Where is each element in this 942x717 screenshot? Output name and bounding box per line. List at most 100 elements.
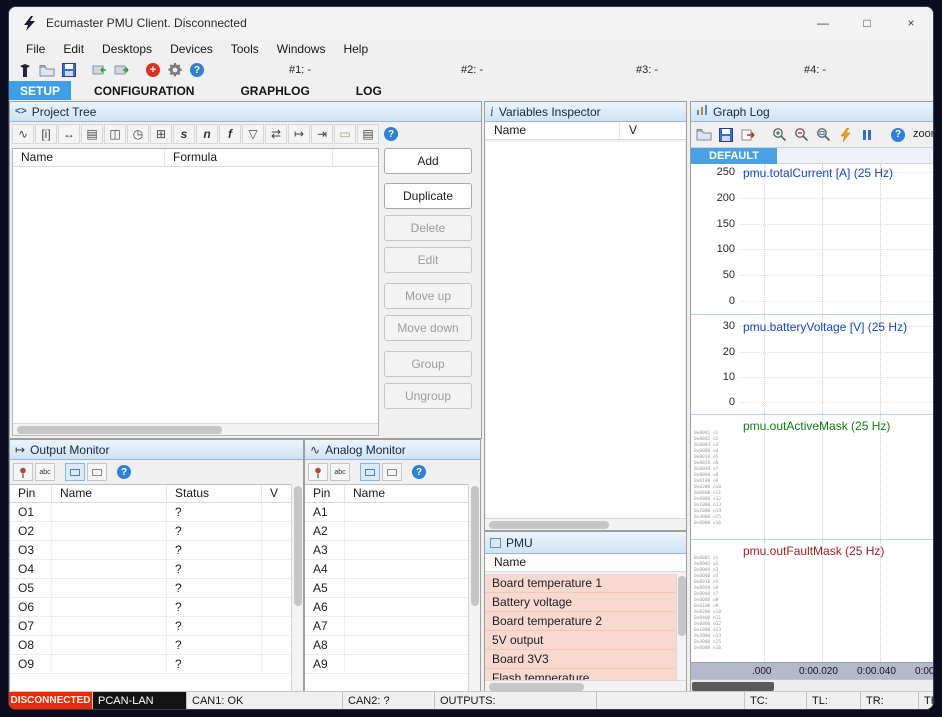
view-mode-2-icon[interactable]: [382, 463, 402, 481]
pmu-channel-row[interactable]: Board 3V3: [485, 650, 676, 669]
scrollbar-thumb[interactable]: [489, 683, 584, 691]
zoom-fit-icon[interactable]: [813, 125, 833, 145]
table-row[interactable]: A7: [305, 617, 468, 636]
tab-graphlog[interactable]: GRAPHLOG: [229, 81, 320, 100]
table-row[interactable]: O4?: [10, 560, 291, 579]
table-row[interactable]: A4: [305, 560, 468, 579]
column-name[interactable]: Name: [13, 149, 165, 166]
duplicate-button[interactable]: Duplicate: [384, 183, 472, 209]
export-log-icon[interactable]: [738, 125, 758, 145]
number-icon[interactable]: n: [196, 124, 218, 144]
project-tree-help-icon[interactable]: ?: [380, 124, 402, 144]
column-value[interactable]: V: [262, 485, 291, 502]
variables-inspector-body[interactable]: [486, 142, 685, 518]
tool-icon[interactable]: [15, 60, 35, 80]
function-icon[interactable]: f: [219, 124, 241, 144]
open-log-icon[interactable]: [694, 125, 714, 145]
menu-windows[interactable]: Windows: [268, 42, 335, 56]
pmu-channel-row[interactable]: Flash temperature: [485, 669, 676, 680]
menu-file[interactable]: File: [17, 42, 54, 56]
number-input-icon[interactable]: [i]: [35, 124, 57, 144]
table-row[interactable]: O7?: [10, 617, 291, 636]
write-to-device-icon[interactable]: [112, 60, 132, 80]
zoom-in-icon[interactable]: [769, 125, 789, 145]
abc-labels-icon[interactable]: abc: [330, 463, 350, 481]
pmu-channel-row[interactable]: Board temperature 2: [485, 612, 676, 631]
tab-configuration[interactable]: CONFIGURATION: [83, 81, 205, 100]
analog-input-icon[interactable]: ∿: [12, 124, 34, 144]
keyboard-icon[interactable]: ▤: [81, 124, 103, 144]
table-row[interactable]: A6: [305, 598, 468, 617]
close-button[interactable]: ×: [889, 7, 933, 39]
pin-icon[interactable]: [308, 463, 328, 481]
pmu-channel-row[interactable]: 5V output: [485, 631, 676, 650]
auto-trigger-lightning-icon[interactable]: [835, 125, 855, 145]
export-channel-icon[interactable]: ⇥: [311, 124, 333, 144]
chart-plot-area[interactable]: [739, 164, 933, 314]
pmu-vscrollbar[interactable]: [676, 574, 686, 680]
settings-gear-icon[interactable]: [165, 60, 185, 80]
help-icon[interactable]: ?: [187, 60, 207, 80]
project-tree-list-body[interactable]: [13, 167, 378, 423]
project-tree-hscrollbar[interactable]: [13, 423, 378, 435]
desktop-slot-3[interactable]: #3: -: [636, 59, 658, 81]
table-row[interactable]: O1?: [10, 503, 291, 522]
view-mode-2-icon[interactable]: [87, 463, 107, 481]
tab-log[interactable]: LOG: [345, 81, 393, 100]
table-row[interactable]: O6?: [10, 598, 291, 617]
table-row[interactable]: O9?: [10, 655, 291, 674]
table-row[interactable]: A1: [305, 503, 468, 522]
view-mode-1-icon[interactable]: [360, 463, 380, 481]
menu-help[interactable]: Help: [334, 42, 377, 56]
menu-desktops[interactable]: Desktops: [93, 42, 161, 56]
pmu-channel-row[interactable]: Battery voltage: [485, 593, 676, 612]
tab-setup[interactable]: SETUP: [9, 81, 72, 100]
column-pin[interactable]: Pin: [10, 485, 52, 502]
graph-tab-default[interactable]: DEFAULT: [691, 148, 777, 164]
add-button[interactable]: Add: [384, 148, 472, 174]
group-folder-icon[interactable]: ▭: [334, 124, 356, 144]
menu-edit[interactable]: Edit: [54, 42, 93, 56]
notes-icon[interactable]: ▤: [357, 124, 379, 144]
scrollbar-thumb[interactable]: [294, 486, 302, 606]
pmu-channel-row[interactable]: Board temperature 1: [485, 574, 676, 593]
module-icon[interactable]: ◫: [104, 124, 126, 144]
desktop-slot-4[interactable]: #4: -: [804, 59, 826, 81]
desktop-slot-1[interactable]: #1: -: [289, 59, 311, 81]
filter-icon[interactable]: ▽: [242, 124, 264, 144]
scrollbar-thumb[interactable]: [692, 682, 774, 691]
column-value[interactable]: V: [620, 122, 686, 139]
variables-inspector-hscrollbar[interactable]: [485, 518, 686, 530]
minimize-button[interactable]: —: [801, 7, 845, 39]
save-project-icon[interactable]: [59, 60, 79, 80]
scrollbar-thumb[interactable]: [471, 486, 479, 606]
column-status[interactable]: Status: [167, 485, 262, 502]
save-log-icon[interactable]: [716, 125, 736, 145]
scrollbar-thumb[interactable]: [489, 521, 609, 529]
analog-monitor-vscrollbar[interactable]: [468, 484, 480, 692]
column-pin[interactable]: Pin: [305, 485, 345, 502]
table-icon[interactable]: ⊞: [150, 124, 172, 144]
pause-icon[interactable]: [857, 125, 877, 145]
table-row[interactable]: A3: [305, 541, 468, 560]
pin-icon[interactable]: [13, 463, 33, 481]
column-name[interactable]: Name: [485, 554, 686, 571]
maximize-button[interactable]: □: [845, 7, 889, 39]
switch-icon[interactable]: s: [173, 124, 195, 144]
can-rx-tx-icon[interactable]: ⇄: [265, 124, 287, 144]
table-row[interactable]: A2: [305, 522, 468, 541]
range-icon[interactable]: ↔: [58, 124, 80, 144]
read-from-device-icon[interactable]: [90, 60, 110, 80]
column-name[interactable]: Name: [52, 485, 167, 502]
column-name[interactable]: Name: [485, 122, 620, 139]
table-row[interactable]: O2?: [10, 522, 291, 541]
output-icon[interactable]: ↦: [288, 124, 310, 144]
table-row[interactable]: A8: [305, 636, 468, 655]
column-name[interactable]: Name: [345, 485, 468, 502]
menu-tools[interactable]: Tools: [222, 42, 268, 56]
menu-devices[interactable]: Devices: [161, 42, 222, 56]
chart-plot-area[interactable]: [739, 540, 933, 662]
open-project-icon[interactable]: [37, 60, 57, 80]
chart-plot-area[interactable]: [739, 415, 933, 539]
add-device-icon[interactable]: +: [143, 60, 163, 80]
